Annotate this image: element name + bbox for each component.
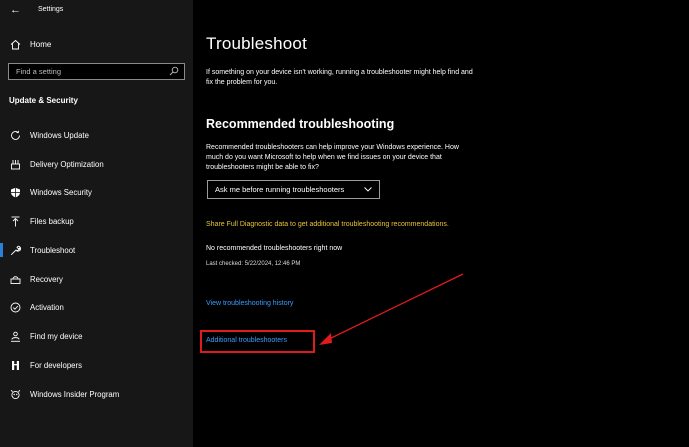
upload-icon [9,215,21,227]
search-icon[interactable] [169,66,179,78]
last-checked-text: Last checked: 5/22/2024, 12:46 PM [206,261,301,267]
refresh-icon [9,129,21,141]
wrench-icon [9,244,21,256]
no-recommended-text: No recommended troubleshooters right now [206,245,343,252]
sidebar: ← Settings Home Find a setting Update & … [0,0,193,447]
sidebar-item-activation[interactable]: Activation [0,296,193,318]
intro-text: If something on your device isn't workin… [206,69,473,86]
sidebar-item-label: Windows Insider Program [30,389,120,399]
person-pin-icon [9,330,21,342]
sidebar-item-label: Activation [30,302,64,312]
troubleshooting-history-link[interactable]: View troubleshooting history [206,300,293,307]
troubleshoot-preference-dropdown[interactable]: Ask me before running troubleshooters [207,180,380,199]
sidebar-item-windows-update[interactable]: Windows Update [0,124,193,146]
home-link[interactable]: Home [9,38,51,50]
home-label: Home [30,39,52,49]
section-title: Update & Security [9,96,78,105]
app-title: Settings [38,6,64,13]
sidebar-item-windows-insider-program[interactable]: Windows Insider Program [0,383,193,405]
sidebar-item-for-developers[interactable]: For developers [0,354,193,376]
back-arrow-icon[interactable]: ← [10,4,21,16]
search-placeholder: Find a setting [16,67,62,76]
sidebar-item-label: Delivery Optimization [30,159,104,169]
sidebar-item-label: Find my device [30,331,83,341]
sidebar-item-label: Windows Security [30,187,92,197]
check-circle-icon [9,301,21,313]
sidebar-item-label: For developers [30,360,83,370]
sidebar-item-label: Files backup [30,216,74,226]
sidebar-item-windows-security[interactable]: Windows Security [0,181,193,203]
developer-icon [9,359,21,371]
shield-icon [9,186,21,198]
sidebar-item-recovery[interactable]: Recovery [0,268,193,290]
dropdown-value: Ask me before running troubleshooters [215,185,345,194]
sidebar-item-delivery-optimization[interactable]: Delivery Optimization [0,153,193,175]
title-bar: ← Settings [0,0,193,22]
page-title: Troubleshoot [206,34,307,53]
sidebar-item-label: Windows Update [30,130,89,140]
chevron-down-icon [363,184,373,196]
additional-troubleshooters-link[interactable]: Additional troubleshooters [206,337,287,344]
sidebar-item-find-my-device[interactable]: Find my device [0,325,193,347]
sidebar-item-troubleshoot[interactable]: Troubleshoot [0,239,193,261]
recommended-description: Recommended troubleshooters can help imp… [206,144,459,171]
sidebar-item-label: Recovery [30,274,63,284]
recovery-icon [9,273,21,285]
delivery-icon [9,158,21,170]
sidebar-item-files-backup[interactable]: Files backup [0,210,193,232]
sidebar-item-label: Troubleshoot [30,245,76,255]
recommended-heading: Recommended troubleshooting [206,117,395,131]
search-input[interactable]: Find a setting [8,63,185,80]
diagnostic-data-link[interactable]: Share Full Diagnostic data to get additi… [206,220,476,230]
home-icon [9,38,21,50]
insider-icon [9,388,21,400]
